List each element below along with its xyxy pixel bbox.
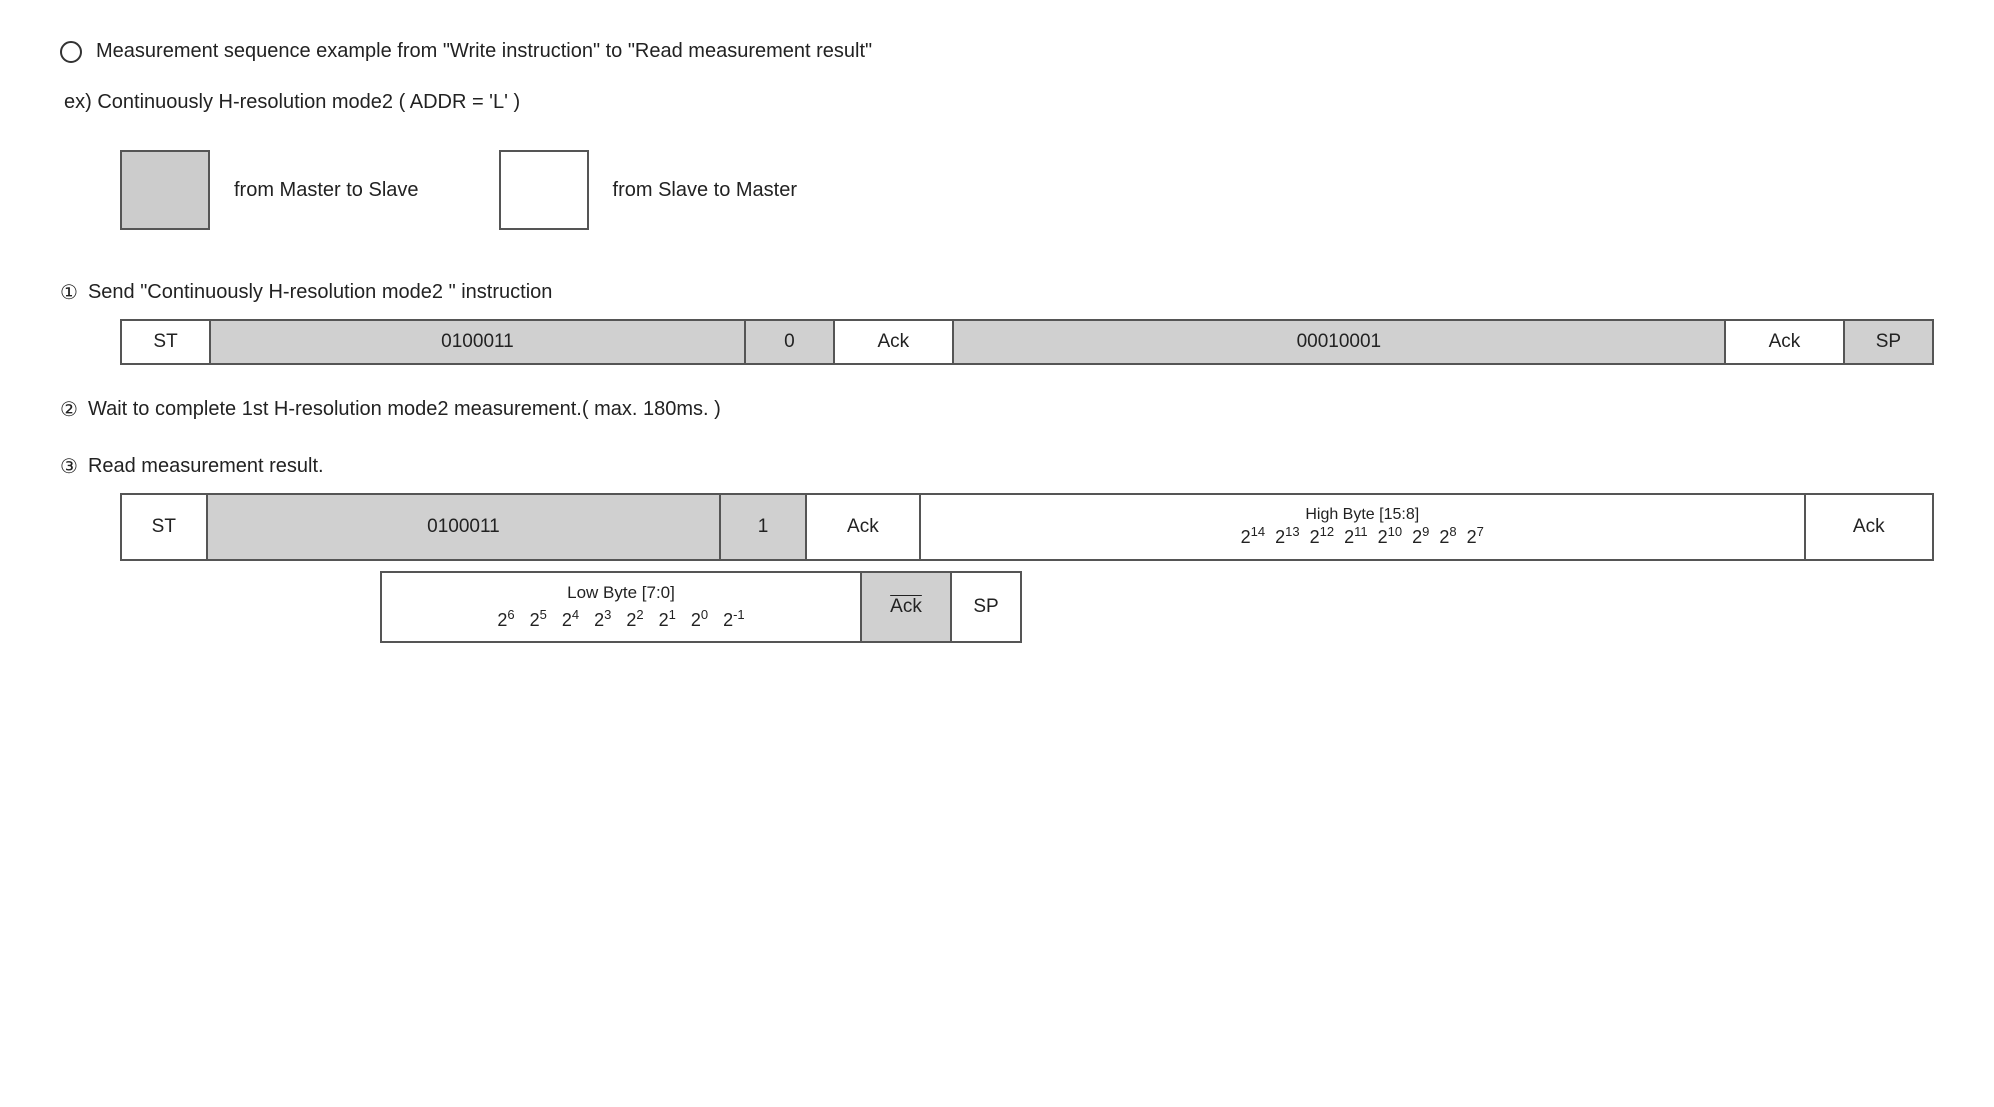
step3-st: ST	[121, 494, 207, 560]
step1-st: ST	[121, 320, 210, 364]
example-line: ex) Continuously H-resolution mode2 ( AD…	[64, 91, 1934, 114]
step3-ack2: Ack	[1805, 494, 1933, 560]
slave-box	[499, 150, 589, 230]
step3-lowbyte-label: Low Byte [7:0]	[396, 583, 846, 603]
step3-sp: SP	[951, 572, 1021, 642]
step2-label: Wait to complete 1st H-resolution mode2 …	[88, 398, 721, 421]
master-to-slave-legend: from Master to Slave	[120, 150, 419, 230]
step3-lowbyte-powers: 26 25 24 23 22 21 20 2-1	[396, 607, 846, 631]
step1-label: Send "Continuously H-resolution mode2 " …	[88, 281, 552, 304]
step3-low-row: Low Byte [7:0] 26 25 24 23 22 21 20 2-1 …	[381, 572, 1021, 642]
step1-addr: 0100011	[210, 320, 745, 364]
step1-header: ① Send "Continuously H-resolution mode2 …	[60, 280, 1934, 305]
step1-sp: SP	[1844, 320, 1933, 364]
circle-icon	[60, 41, 82, 63]
slave-label: from Slave to Master	[613, 179, 798, 202]
step3-low-ack-text: Ack	[890, 596, 922, 617]
step2-number: ②	[60, 397, 78, 422]
step3-rw: 1	[720, 494, 806, 560]
master-box	[120, 150, 210, 230]
step1-number: ①	[60, 280, 78, 305]
step3-ack1: Ack	[806, 494, 920, 560]
step3-header: ③ Read measurement result.	[60, 454, 1934, 479]
step1: ① Send "Continuously H-resolution mode2 …	[60, 280, 1934, 365]
step3-number: ③	[60, 454, 78, 479]
step3-label: Read measurement result.	[88, 455, 324, 478]
step3-highbyte: High Byte [15:8] 214 213 212 211 210 29 …	[920, 494, 1805, 560]
step3: ③ Read measurement result. ST 0100011 1 …	[60, 454, 1934, 643]
step3-addr: 0100011	[207, 494, 721, 560]
section-title: Measurement sequence example from "Write…	[60, 40, 1934, 63]
slave-to-master-legend: from Slave to Master	[499, 150, 798, 230]
step3-lowbyte: Low Byte [7:0] 26 25 24 23 22 21 20 2-1	[381, 572, 861, 642]
step2: ② Wait to complete 1st H-resolution mode…	[60, 397, 1934, 422]
step1-table: ST 0100011 0 Ack 00010001 Ack SP	[120, 319, 1934, 365]
step3-highbyte-powers: 214 213 212 211 210 29 28 27	[1241, 527, 1484, 547]
step1-ack2: Ack	[1725, 320, 1844, 364]
step3-low-ack: Ack	[861, 572, 951, 642]
step1-row: ST 0100011 0 Ack 00010001 Ack SP	[121, 320, 1933, 364]
legend: from Master to Slave from Slave to Maste…	[120, 150, 1934, 230]
step1-ack1: Ack	[834, 320, 953, 364]
step3-table: ST 0100011 1 Ack High Byte [15:8] 214 21…	[120, 493, 1934, 561]
master-label: from Master to Slave	[234, 179, 419, 202]
step2-header: ② Wait to complete 1st H-resolution mode…	[60, 397, 1934, 422]
step3-low-table: Low Byte [7:0] 26 25 24 23 22 21 20 2-1 …	[380, 571, 1022, 643]
title-text: Measurement sequence example from "Write…	[96, 40, 872, 63]
step1-rw: 0	[745, 320, 834, 364]
step1-data: 00010001	[953, 320, 1725, 364]
step3-row: ST 0100011 1 Ack High Byte [15:8] 214 21…	[121, 494, 1933, 560]
step3-highbyte-label: High Byte [15:8] 214 213 212 211 210 29 …	[935, 505, 1790, 549]
